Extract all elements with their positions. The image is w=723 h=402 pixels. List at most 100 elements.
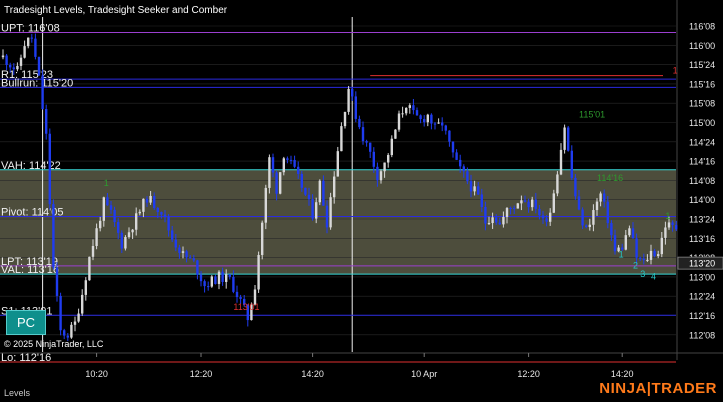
- candle-body: [81, 294, 84, 314]
- candle-body: [354, 96, 357, 119]
- copyright-text: © 2025 NinjaTrader, LLC: [4, 339, 104, 349]
- candle-body: [592, 210, 595, 225]
- candle-body: [102, 197, 105, 221]
- candle-body: [189, 257, 192, 259]
- candle-body: [45, 109, 48, 134]
- candle-body: [664, 227, 667, 238]
- candle-body: [646, 259, 649, 261]
- candle-body: [570, 150, 573, 178]
- price-chart[interactable]: 116'08 116'00 115'24 115'16 115'08 115'00 114'…: [0, 0, 723, 402]
- candle-body: [466, 171, 469, 182]
- candle-body: [577, 196, 581, 210]
- candle-body: [534, 199, 537, 209]
- candle-body: [343, 111, 347, 127]
- candle-body: [351, 88, 354, 97]
- status-label: Levels: [4, 388, 31, 398]
- candle-body: [480, 194, 483, 207]
- price-tick-label: 112'24: [689, 292, 715, 302]
- candle-body: [210, 276, 213, 287]
- candle-body: [196, 260, 199, 275]
- candle-body: [286, 158, 289, 160]
- candle-body: [124, 237, 127, 249]
- candle-body: [369, 142, 372, 152]
- candle-body: [167, 216, 170, 231]
- candle-body: [667, 222, 671, 228]
- candle-body: [138, 211, 141, 214]
- candle-body: [513, 208, 516, 210]
- annotation-label: 1: [673, 66, 678, 76]
- candle-body: [649, 250, 653, 260]
- candle-body: [347, 88, 350, 112]
- annotation-label: 115'01: [579, 110, 605, 120]
- candle-body: [387, 155, 390, 163]
- candle-body: [333, 176, 336, 198]
- candle-body: [311, 199, 314, 219]
- price-tick-label: 113'00: [689, 272, 715, 282]
- candle-body: [127, 232, 131, 238]
- chart-title: Tradesight Levels, Tradesight Seeker and…: [4, 5, 228, 16]
- candle-body: [487, 223, 491, 225]
- candle-body: [595, 201, 599, 211]
- candle-body: [451, 141, 455, 153]
- candle-body: [55, 267, 59, 296]
- candle-body: [639, 257, 642, 259]
- ninjatrader-logo: NINJA|TRADER: [599, 380, 717, 397]
- candle-body: [171, 230, 174, 240]
- candle-body: [495, 217, 498, 223]
- candle-body: [426, 114, 429, 123]
- candle-body: [318, 180, 321, 203]
- candle-body: [340, 126, 343, 152]
- candle-body: [545, 218, 548, 222]
- annotation-label: 1: [665, 211, 670, 221]
- candle-body: [613, 235, 617, 252]
- candle-body: [567, 127, 570, 151]
- candle-body: [19, 57, 23, 66]
- candle-body: [401, 113, 404, 115]
- candle-body: [88, 256, 91, 281]
- price-tick-label: 116'00: [689, 41, 715, 51]
- candle-body: [498, 222, 501, 225]
- candle-body: [300, 173, 303, 188]
- candle-body: [203, 281, 206, 287]
- annotation-label: 1: [619, 250, 624, 260]
- candle-body: [631, 228, 635, 239]
- price-tick-label: 114'08: [689, 176, 715, 186]
- candle-body: [34, 38, 37, 57]
- candle-body: [415, 110, 419, 116]
- time-tick-label: 14:20: [301, 369, 324, 379]
- candle-body: [59, 295, 62, 331]
- candle-body: [181, 251, 185, 253]
- candle-body: [397, 113, 401, 130]
- candle-body: [135, 213, 138, 230]
- candle-body: [505, 208, 509, 217]
- candle-body: [563, 127, 566, 150]
- candle-body: [642, 258, 645, 261]
- candle-body: [588, 224, 591, 228]
- candle-body: [509, 208, 512, 210]
- candle-body: [675, 225, 678, 230]
- pc-button[interactable]: PC: [6, 310, 46, 335]
- candle-body: [192, 258, 195, 261]
- candle-body: [538, 208, 541, 216]
- price-tick-label: 115'24: [689, 60, 715, 70]
- candle-body: [282, 158, 285, 173]
- candle-body: [142, 198, 145, 212]
- price-tick-label: 112'16: [689, 311, 715, 321]
- candle-body: [279, 172, 282, 194]
- price-tick-label: 114'00: [689, 195, 715, 205]
- annotation-label: 3: [640, 269, 645, 279]
- candle-body: [376, 166, 379, 181]
- candle-body: [106, 197, 109, 206]
- candle-body: [448, 130, 451, 142]
- candle-body: [297, 166, 300, 174]
- candle-body: [225, 274, 228, 282]
- candle-body: [12, 67, 15, 70]
- candle-body: [325, 205, 329, 228]
- price-tick-label: 115'00: [689, 118, 715, 128]
- candle-body: [372, 151, 375, 167]
- candle-body: [599, 193, 602, 202]
- candle-body: [603, 193, 606, 202]
- candle-body: [9, 64, 12, 68]
- candle-body: [671, 222, 674, 226]
- candle-body: [228, 274, 231, 277]
